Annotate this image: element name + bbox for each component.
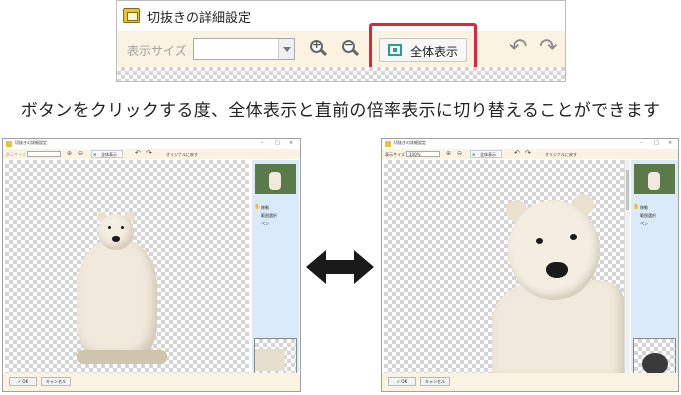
zoom-out-icon[interactable]: −	[342, 38, 360, 58]
crop-toolbar: 表示サイズ + − ↶ ↷	[117, 31, 565, 67]
left-window: 切抜きの詳細設定 – □ × 表示サイズ ⊕ ⊖ ✖ 全体表示 ↶ ↷ オリジナ…	[2, 138, 301, 392]
zoom-size-select[interactable]	[193, 38, 295, 60]
fit-view-label: 全体表示	[480, 152, 496, 157]
chevron-down-icon	[278, 39, 294, 59]
fit-view-button[interactable]: ✖ 全体表示	[470, 150, 502, 158]
fit-view-label: 全体表示	[101, 152, 117, 157]
preview-thumbnail	[634, 164, 675, 194]
tool-move[interactable]: 移動	[261, 205, 269, 211]
zoom-in-icon[interactable]: +	[310, 38, 328, 58]
zoomed-toolbar-crop: 切抜きの詳細設定 表示サイズ + − ↶ ↷ 全体表示	[116, 0, 566, 82]
bear-eye	[121, 226, 124, 229]
right-title-bar: 切抜きの詳細設定 – □ ×	[382, 139, 678, 149]
zoom-out-icon[interactable]: ⊖	[457, 150, 462, 157]
minimize-icon[interactable]: –	[640, 140, 643, 146]
redo-icon[interactable]: ↷	[146, 149, 152, 157]
tool-range-select[interactable]: 範囲選択	[261, 213, 277, 219]
zoom-in-icon[interactable]: ⊕	[446, 150, 451, 157]
cancel-button[interactable]: キャンセル	[41, 377, 71, 386]
zoom-in-icon[interactable]: ⊕	[67, 150, 72, 157]
right-footer: ✔ OK キャンセル	[382, 373, 678, 391]
bear-eye	[108, 226, 111, 229]
zoom-size-label: 表示サイズ	[6, 152, 26, 157]
crop-window-title: 切抜きの詳細設定	[147, 11, 252, 26]
zoom-size-value: 100%	[409, 152, 421, 157]
tool-move[interactable]: 移動	[640, 205, 648, 211]
tool-pen[interactable]: ペン	[261, 221, 269, 227]
tool-range-select[interactable]: 範囲選択	[640, 213, 656, 219]
polar-bear-image	[77, 240, 157, 360]
caption: ボタンをクリックする度、全体表示と直前の倍率表示に切り替えることができます	[20, 101, 661, 121]
undo-icon[interactable]: ↶	[514, 149, 520, 157]
move-tool-icon[interactable]: ✋	[254, 204, 260, 210]
cancel-button[interactable]: キャンセル	[420, 377, 450, 386]
bear-base	[77, 350, 167, 364]
redo-icon[interactable]: ↷	[539, 37, 557, 59]
bear-nose	[112, 236, 120, 242]
close-icon[interactable]: ×	[668, 140, 672, 146]
bear-head	[508, 200, 600, 300]
zoom-out-icon[interactable]: ⊖	[78, 150, 83, 157]
minimize-icon[interactable]: –	[261, 140, 264, 146]
right-side-panel: ✋ 移動 範囲選択 ペン	[631, 160, 678, 380]
app-icon	[6, 141, 12, 147]
maximize-icon[interactable]: □	[654, 140, 659, 146]
zoom-size-label: 表示サイズ	[127, 44, 187, 58]
vertical-scrollbar[interactable]	[624, 160, 630, 382]
bear-nose	[546, 262, 568, 278]
left-toolbar: 表示サイズ ⊕ ⊖ ✖ 全体表示 ↶ ↷ オリジナルに戻す	[3, 149, 300, 159]
undo-icon[interactable]: ↶	[135, 149, 141, 157]
left-side-panel: ✋ 移動 範囲選択 ペン	[252, 160, 299, 380]
bear-eye	[536, 238, 543, 244]
tool-pen[interactable]: ペン	[640, 221, 648, 227]
fit-icon: ✖	[93, 152, 97, 157]
bear-head	[98, 214, 134, 250]
move-tool-icon[interactable]: ✋	[633, 204, 639, 210]
close-icon[interactable]: ×	[289, 140, 293, 146]
app-icon	[385, 141, 391, 147]
crop-canvas	[117, 67, 565, 81]
restore-original-button[interactable]: オリジナルに戻す	[166, 152, 198, 158]
fit-icon: ✖	[472, 152, 476, 157]
redo-icon[interactable]: ↷	[525, 149, 531, 157]
undo-icon[interactable]: ↶	[509, 37, 527, 59]
right-toolbar: 表示サイズ 100% ⊕ ⊖ ✖ 全体表示 ↶ ↷ オリジナルに戻す	[382, 149, 678, 159]
ok-button[interactable]: ✔ OK	[388, 377, 416, 386]
zoom-size-select[interactable]	[27, 151, 61, 157]
double-arrow-icon	[306, 250, 374, 284]
left-footer: ✔ OK キャンセル	[3, 373, 300, 391]
zoom-size-label: 表示サイズ	[385, 152, 405, 157]
right-window-title: 切抜きの詳細設定	[394, 140, 426, 145]
preview-thumbnail	[255, 164, 296, 194]
ok-button[interactable]: ✔ OK	[9, 377, 37, 386]
bear-eye	[570, 234, 577, 240]
restore-original-button[interactable]: オリジナルに戻す	[545, 152, 577, 158]
fit-view-label: 全体表示	[410, 45, 459, 59]
app-icon	[123, 8, 140, 23]
right-canvas[interactable]	[384, 160, 624, 384]
maximize-icon[interactable]: □	[275, 140, 280, 146]
zoom-size-select[interactable]: 100%	[406, 151, 440, 157]
crop-title-bar: 切抜きの詳細設定	[117, 1, 565, 31]
left-window-title: 切抜きの詳細設定	[15, 140, 47, 145]
fit-icon	[388, 44, 402, 56]
left-canvas[interactable]	[5, 160, 249, 382]
right-window: 切抜きの詳細設定 – □ × 表示サイズ 100% ⊕ ⊖ ✖ 全体表示 ↶ ↷…	[381, 138, 679, 392]
fit-view-button[interactable]: 全体表示	[379, 38, 467, 62]
left-title-bar: 切抜きの詳細設定 – □ ×	[3, 139, 300, 149]
fit-view-button[interactable]: ✖ 全体表示	[91, 150, 123, 158]
